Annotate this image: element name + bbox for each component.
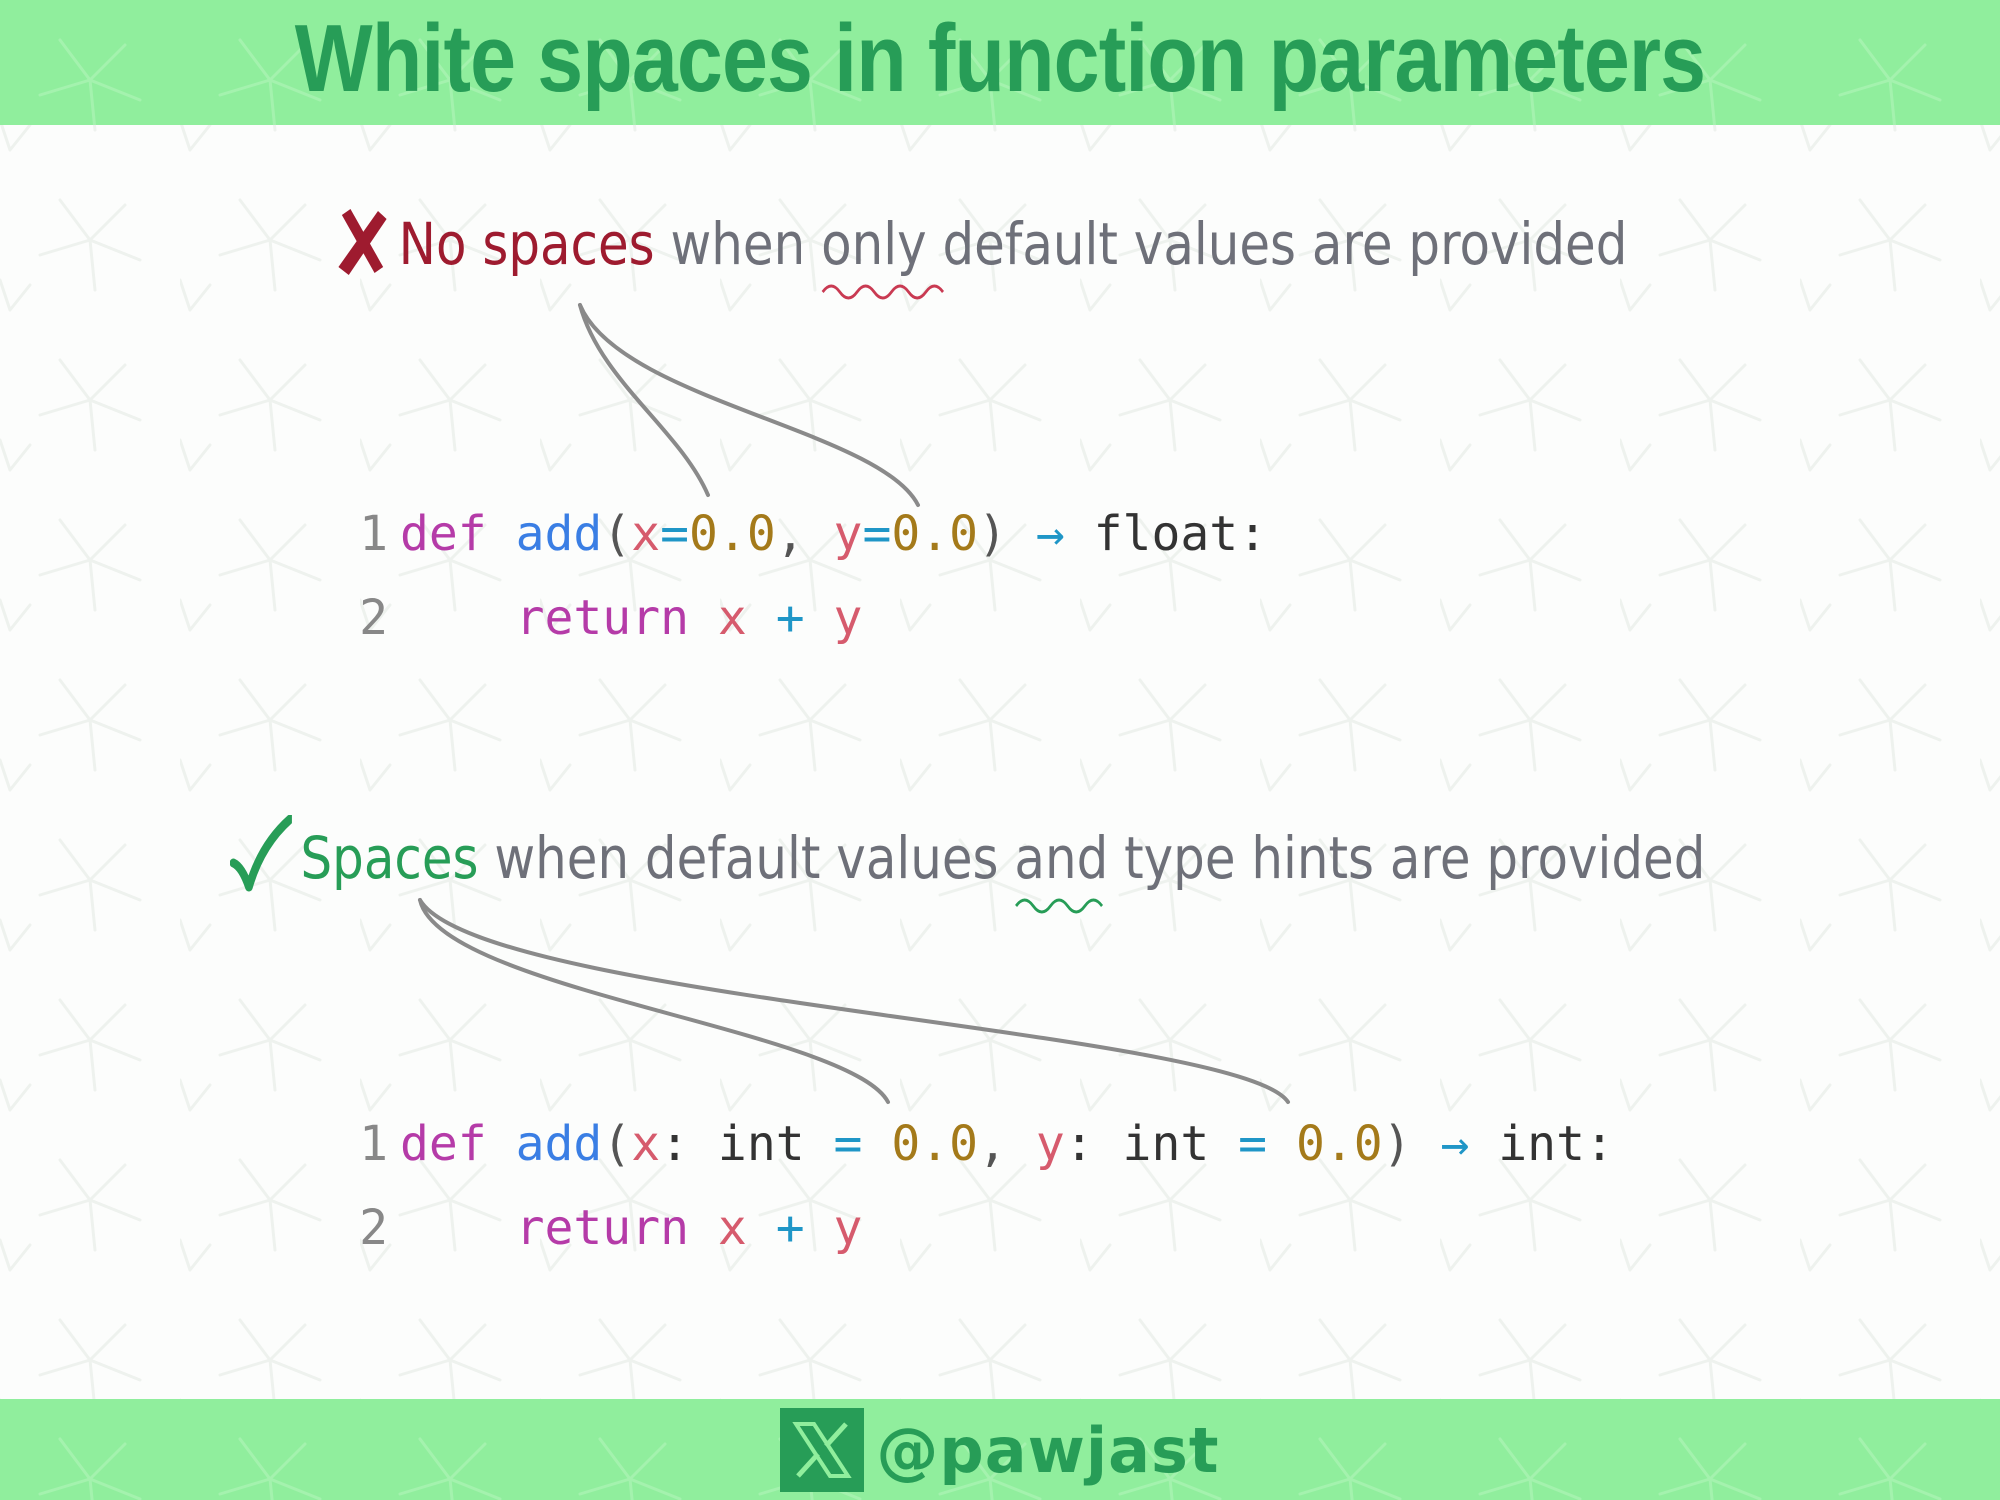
code-token: : — [660, 1116, 718, 1172]
code-block-bad: 1 def add(x=0.0, y=0.0) → float: 2 return … — [340, 492, 1267, 660]
code-token: = — [862, 506, 892, 562]
code-token: add — [515, 1116, 603, 1172]
code-token: int — [717, 1116, 805, 1172]
rule-good-post: type hints are provided — [1108, 824, 1706, 893]
code-token: → — [1035, 506, 1065, 562]
code-token: def — [400, 1116, 487, 1172]
rule-bad-emphasis-text: only — [821, 210, 927, 279]
code-token: y — [833, 1200, 863, 1256]
code-token: = — [660, 506, 690, 562]
rule-good-emphasis: and — [1014, 824, 1109, 914]
rule-bad-highlight: No spaces — [398, 210, 655, 279]
code-token: add — [515, 506, 603, 562]
line-number: 2 — [359, 1200, 388, 1256]
rule-bad-emphasis: only — [821, 210, 945, 300]
code-token: def — [400, 506, 487, 562]
code-token: x — [717, 590, 747, 646]
footer-content: @pawjast — [0, 1408, 2000, 1492]
code-token: x — [717, 1200, 747, 1256]
code-token: ( — [602, 506, 632, 562]
line-number: 2 — [359, 590, 388, 646]
code-token: , — [775, 506, 834, 562]
code-block-good: 1 def add(x: int = 0.0, y: int = 0.0) → i… — [340, 1102, 1614, 1270]
code-token: 0.0 — [689, 506, 776, 562]
rule-no-spaces: No spaces when only default values are p… — [335, 205, 1628, 300]
code-line: 1 def add(x: int = 0.0, y: int = 0.0) → i… — [340, 1102, 1614, 1186]
code-token: int: — [1469, 1116, 1614, 1172]
code-token: int — [1122, 1116, 1210, 1172]
code-line: 2 return x + y — [340, 576, 1267, 660]
code-token: y — [1035, 1116, 1065, 1172]
code-line: 2 return x + y — [340, 1186, 1614, 1270]
code-token: = — [833, 1116, 863, 1172]
rule-good-emphasis-text: and — [1014, 824, 1109, 893]
checkmark-icon — [229, 814, 295, 909]
code-token: 0.0 — [891, 506, 979, 562]
code-token: + — [775, 1200, 805, 1256]
page-title: White spaces in function parameters — [294, 5, 1706, 112]
code-token: ) — [978, 506, 1036, 562]
squiggle-underline-green — [1015, 898, 1104, 914]
code-token: : — [1064, 1116, 1123, 1172]
rule-bad-post: default values are provided — [926, 210, 1628, 279]
code-line: 1 def add(x=0.0, y=0.0) → float: — [340, 492, 1267, 576]
code-token: = — [1238, 1116, 1268, 1172]
line-number: 1 — [359, 506, 388, 562]
code-token: , — [978, 1116, 1036, 1172]
rule-good-pre: when default values — [478, 824, 1015, 893]
code-token: y — [833, 590, 863, 646]
code-token: ( — [602, 1116, 632, 1172]
line-number: 1 — [359, 1116, 388, 1172]
rule-spaces: Spaces when default values and type hint… — [229, 814, 1706, 914]
cross-icon — [335, 205, 390, 291]
social-handle[interactable]: @pawjast — [876, 1414, 1219, 1487]
code-token: ) — [1382, 1116, 1441, 1172]
code-token: + — [775, 590, 805, 646]
code-token: float: — [1064, 506, 1268, 562]
code-token: → — [1440, 1116, 1470, 1172]
code-token: y — [833, 506, 863, 562]
code-token: return — [515, 590, 689, 646]
rule-good-highlight: Spaces — [300, 824, 479, 893]
code-token: 0.0 — [891, 1116, 979, 1172]
code-token: return — [515, 1200, 689, 1256]
code-token: x — [631, 1116, 661, 1172]
x-logo-icon[interactable] — [780, 1408, 865, 1492]
code-token: x — [631, 506, 661, 562]
rule-bad-pre: when — [654, 210, 822, 279]
code-token: 0.0 — [1295, 1116, 1383, 1172]
squiggle-underline-red — [821, 284, 945, 300]
